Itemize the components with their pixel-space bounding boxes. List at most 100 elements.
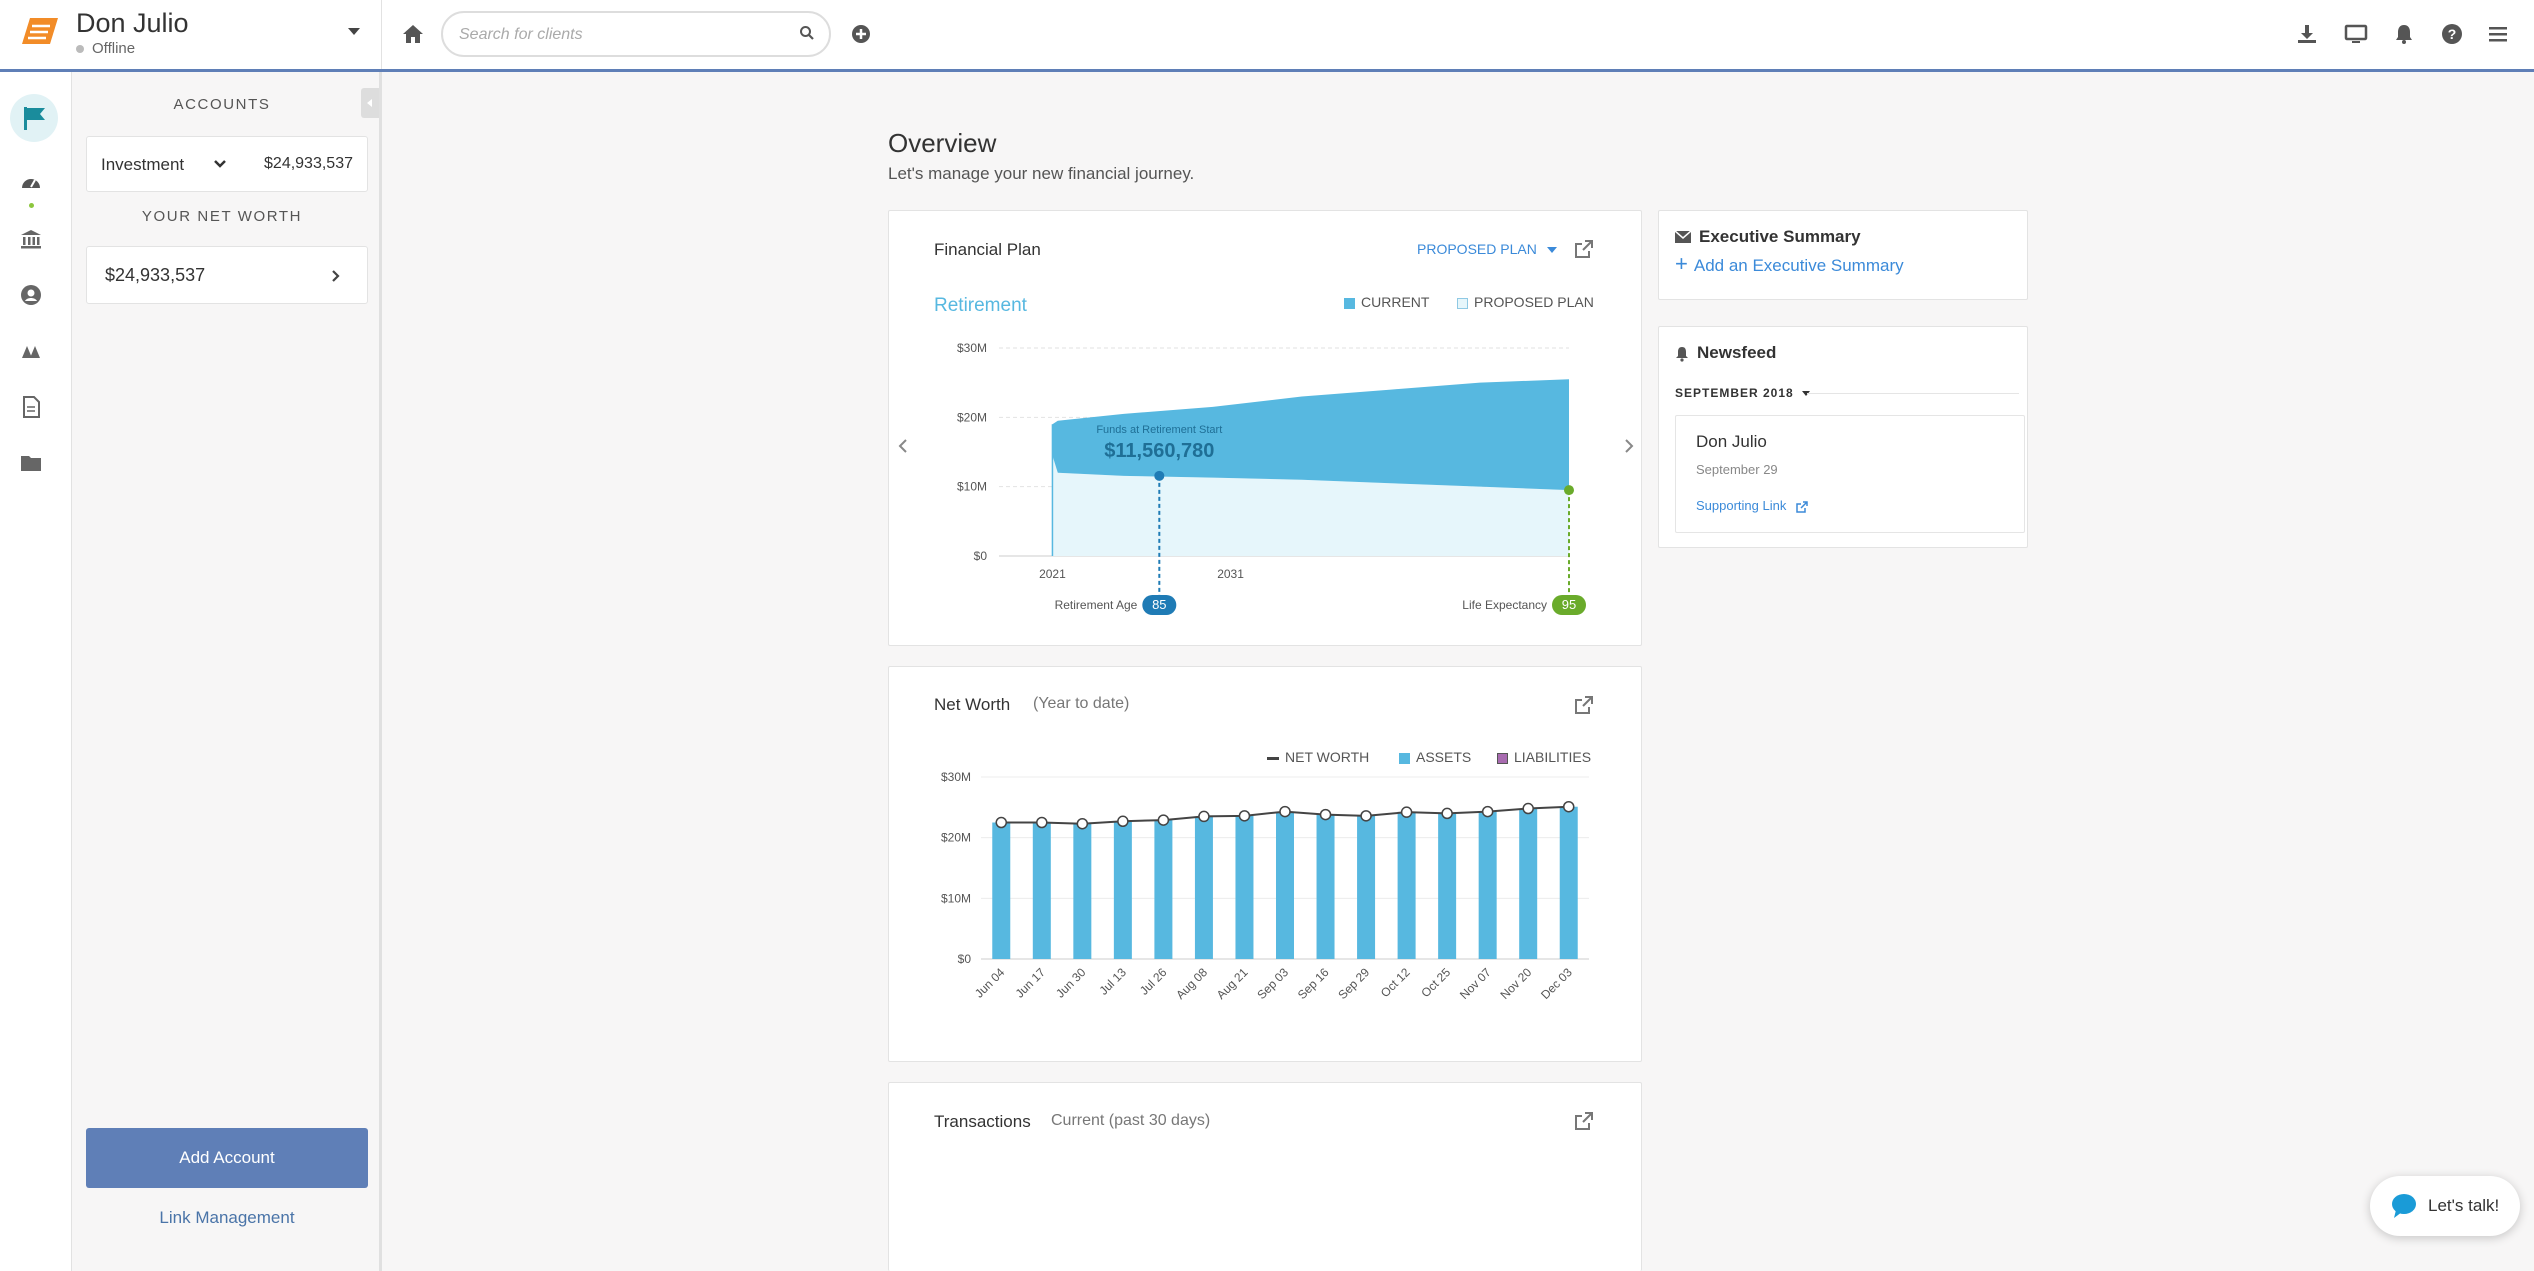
svg-text:?: ?: [2448, 26, 2457, 42]
asset-bar: [1113, 821, 1132, 959]
x-tick-label: Nov 20: [1498, 965, 1535, 1002]
divider: [1807, 393, 2019, 394]
newsfeed-month[interactable]: SEPTEMBER 2018: [1675, 386, 1794, 400]
add-executive-summary-label[interactable]: Add an Executive Summary: [1694, 256, 1904, 275]
net-worth-point: [1076, 817, 1089, 830]
page-subtitle: Let's manage your new financial journey.: [888, 164, 1195, 183]
rail-plan-button[interactable]: [10, 94, 58, 142]
x-tick-label: Oct 25: [1418, 965, 1453, 1000]
net-worth-point: [1441, 807, 1453, 820]
chevron-down-icon[interactable]: [213, 159, 227, 169]
y-tick-label: $0: [974, 549, 988, 563]
transactions-title: Transactions: [934, 1112, 1031, 1131]
transactions-subtitle: Current (past 30 days): [1051, 1112, 1211, 1129]
client-status-label: Offline: [92, 40, 136, 57]
top-bar: Don Julio Offline ?: [0, 0, 2534, 72]
net-worth-point: [1117, 815, 1129, 828]
add-executive-summary-link[interactable]: + Add an Executive Summary: [1675, 253, 1904, 276]
envelope-icon: [1675, 230, 1691, 243]
client-name: Don Julio: [76, 8, 189, 38]
plus-icon[interactable]: +: [1675, 251, 1688, 276]
net-worth-heading: YOUR NET WORTH: [141, 208, 303, 225]
y-tick-label: $30M: [957, 341, 987, 355]
chat-label: Let's talk!: [2428, 1196, 2500, 1215]
net-worth-point: [1319, 808, 1332, 821]
net-worth-point: [995, 816, 1008, 829]
asset-bar: [1154, 820, 1173, 959]
newsfeed-item-date: September 29: [1696, 462, 1778, 477]
net-worth-card[interactable]: $24,933,537: [86, 246, 368, 304]
y-tick-label: $10M: [941, 891, 971, 905]
monitor-icon[interactable]: [2344, 22, 2368, 46]
home-icon[interactable]: [401, 22, 425, 46]
add-circle-icon[interactable]: [849, 22, 873, 46]
asset-bar: [992, 822, 1011, 959]
newsfeed-item[interactable]: Don Julio September 29 Supporting Link: [1675, 415, 2025, 533]
net-worth-point: [1522, 802, 1534, 815]
retirement-age-label: Retirement Age: [1055, 598, 1138, 612]
chevron-right-icon[interactable]: [331, 269, 341, 283]
asset-bar: [1316, 814, 1335, 959]
client-switcher[interactable]: Don Julio Offline: [0, 0, 382, 69]
x-tick-label: Jul 13: [1096, 965, 1129, 998]
net-worth-point: [1279, 805, 1291, 818]
bell-icon[interactable]: [2392, 22, 2416, 46]
supporting-link-label[interactable]: Supporting Link: [1696, 498, 1786, 513]
hamburger-menu-icon[interactable]: [2486, 22, 2510, 46]
external-link-icon[interactable]: [1573, 1110, 1595, 1132]
chat-bubble-icon: [2392, 1194, 2416, 1218]
add-account-button[interactable]: Add Account: [86, 1128, 368, 1188]
x-tick-label: 2031: [1217, 567, 1244, 581]
search-box[interactable]: [441, 11, 831, 57]
account-type-card[interactable]: Investment $24,933,537: [86, 136, 368, 192]
caret-down-icon[interactable]: [348, 28, 360, 35]
life-expectancy-point: [1564, 485, 1574, 496]
life-expectancy-label: Life Expectancy: [1462, 598, 1547, 612]
x-tick-label: Dec 03: [1538, 965, 1575, 1002]
funds-at-retirement-label: Funds at Retirement Start: [1096, 424, 1222, 436]
chat-widget-button[interactable]: Let's talk!: [2370, 1176, 2520, 1236]
asset-bar: [1559, 806, 1578, 959]
balance-scale-icon[interactable]: [20, 340, 42, 362]
document-icon[interactable]: [20, 396, 42, 418]
x-tick-label: 2021: [1039, 567, 1066, 581]
newsfeed-month-selector[interactable]: SEPTEMBER 2018: [1675, 386, 1811, 400]
retirement-age-point: [1154, 470, 1165, 481]
dashboard-icon[interactable]: [20, 172, 42, 194]
search-icon[interactable]: [799, 25, 815, 41]
accounts-heading: ACCOUNTS: [173, 96, 271, 113]
x-tick-label: Sep 03: [1254, 965, 1291, 1002]
brand-logo-icon: [22, 18, 58, 44]
retirement-age-value: 85: [1152, 597, 1166, 612]
asset-bar: [1032, 822, 1051, 959]
user-circle-icon[interactable]: [20, 284, 42, 306]
link-management-link[interactable]: Link Management: [72, 1208, 382, 1228]
net-worth-point: [1198, 810, 1210, 823]
supporting-link[interactable]: Supporting Link: [1696, 498, 1808, 513]
bank-icon[interactable]: [20, 228, 42, 250]
folder-icon[interactable]: [20, 452, 42, 474]
transactions-card: Transactions Current (past 30 days): [888, 1082, 1642, 1271]
flag-icon: [24, 107, 45, 130]
newsfeed-item-name: Don Julio: [1696, 432, 1767, 451]
help-icon[interactable]: ?: [2440, 22, 2464, 46]
net-worth-bar-chart: $0 $10M $20M $30M Jun 04 Jun 17 Jun 30 Jul 13 Ju…: [941, 770, 1589, 1002]
x-tick-label: Sep 16: [1295, 965, 1332, 1002]
x-tick-label: Sep 29: [1335, 965, 1372, 1002]
asset-bar: [1073, 823, 1092, 959]
net-worth-point: [1400, 806, 1413, 818]
external-link-icon[interactable]: [1796, 500, 1808, 513]
status-dot-icon: [76, 45, 84, 53]
x-tick-label: Nov 07: [1457, 965, 1494, 1002]
accounts-panel: ACCOUNTS Investment $24,933,537 YOUR NET…: [72, 72, 382, 1271]
newsfeed-title: Newsfeed: [1697, 343, 1777, 362]
asset-bar: [1519, 808, 1538, 959]
x-tick-label: Jun 04: [972, 965, 1008, 1001]
account-type-select[interactable]: Investment: [101, 155, 184, 175]
search-input[interactable]: [459, 23, 779, 47]
net-worth-point: [1481, 805, 1494, 818]
active-indicator-dot: [29, 203, 34, 208]
x-tick-label: Aug 08: [1173, 965, 1210, 1002]
download-icon[interactable]: [2295, 22, 2319, 46]
asset-bar: [1397, 812, 1416, 959]
